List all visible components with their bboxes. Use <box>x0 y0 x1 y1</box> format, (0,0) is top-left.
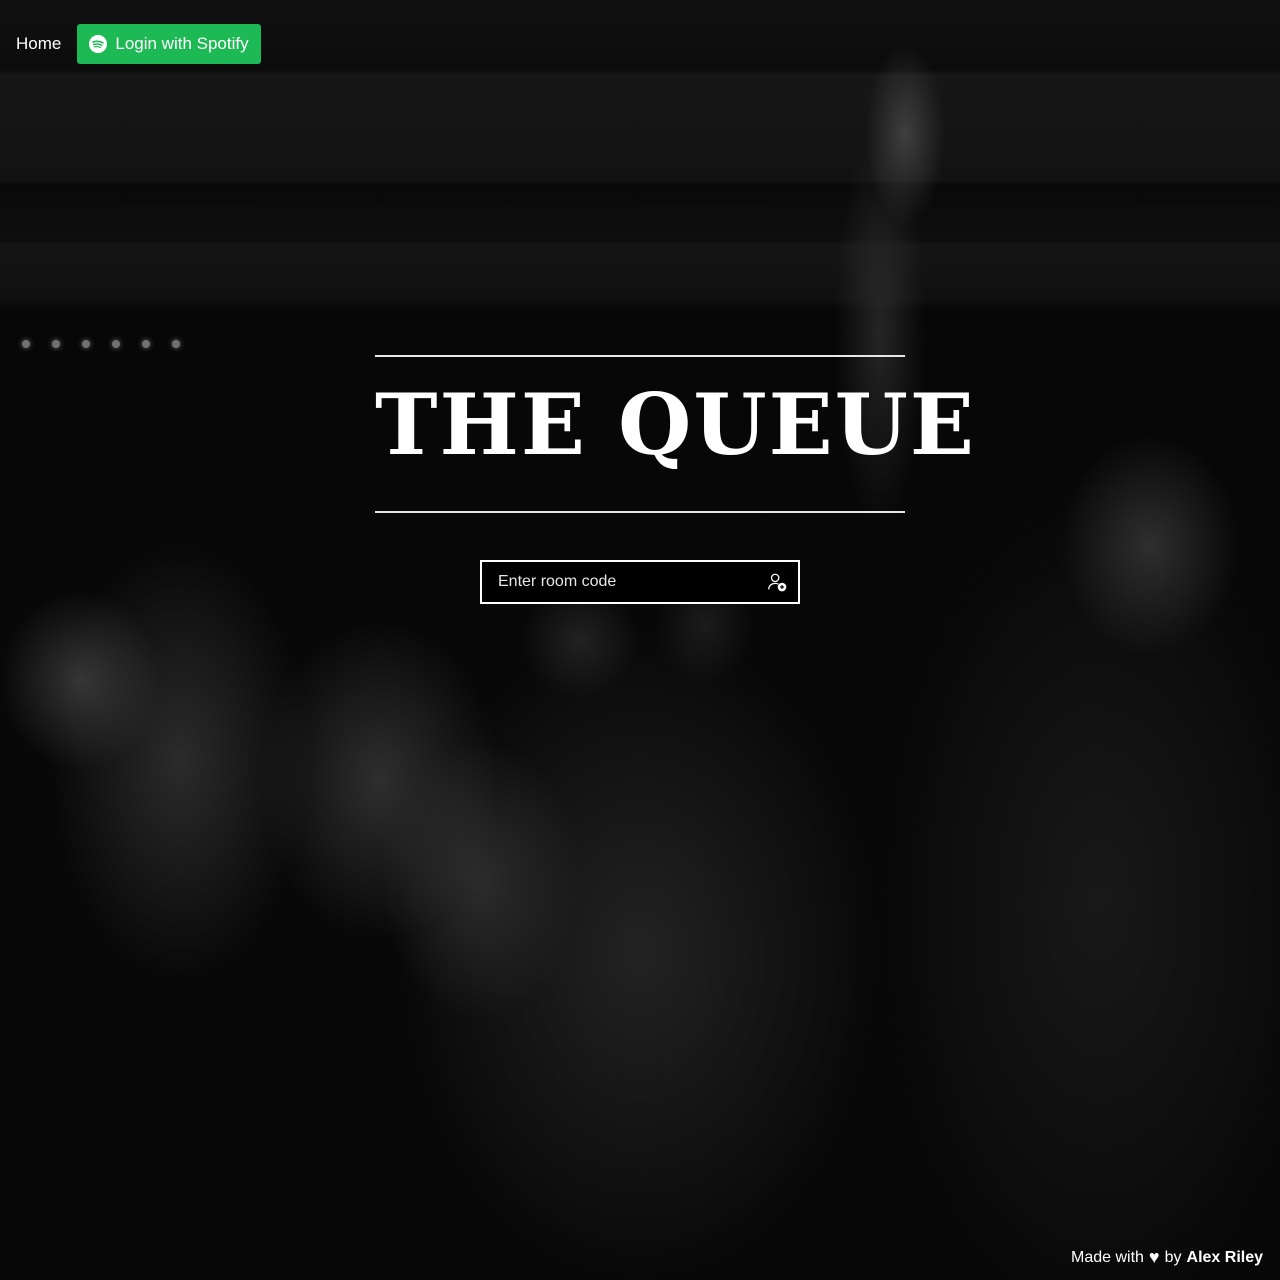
landing-page: Home Login with Spotify THE QUEUE Enter … <box>0 0 1280 1280</box>
hero-title-block: THE QUEUE <box>375 355 976 513</box>
login-with-spotify-label: Login with Spotify <box>115 34 249 53</box>
page-title: THE QUEUE <box>375 375 976 474</box>
login-with-spotify-button[interactable]: Login with Spotify <box>77 24 261 64</box>
top-nav: Home Login with Spotify <box>16 24 261 64</box>
room-code-form <box>480 560 800 604</box>
user-join-icon[interactable] <box>766 571 788 593</box>
made-with-text: Made with <box>1071 1248 1144 1266</box>
background-photo <box>0 0 1280 1280</box>
spotify-icon <box>89 35 108 53</box>
footer-credit: Made with ♥ by Alex Riley <box>1071 1247 1263 1268</box>
heart-icon: ♥ <box>1148 1247 1160 1267</box>
home-link[interactable]: Home <box>16 34 61 54</box>
string-lights <box>22 340 180 348</box>
room-code-input[interactable] <box>482 562 766 602</box>
author-link[interactable]: Alex Riley <box>1187 1249 1263 1267</box>
by-text: by <box>1164 1248 1182 1266</box>
title-bottom-divider <box>375 511 905 513</box>
title-top-divider <box>375 355 905 357</box>
